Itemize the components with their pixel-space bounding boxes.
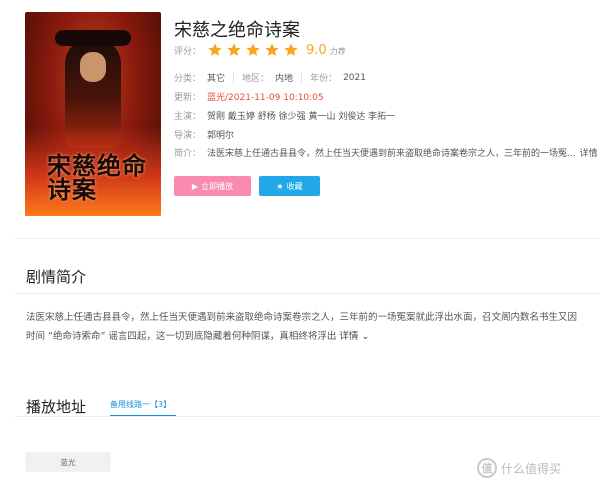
watermark-text: 什么值得买: [501, 461, 562, 476]
cast-value[interactable]: 贺刚 戴玉婷 舒杨 徐少强 黄一山 刘俊达 李拓一: [207, 109, 395, 122]
update-value: 蓝光/2021-11-09 10:10:05: [207, 93, 324, 103]
meta-row: 分类： 其它 地区： 内地 年份： 2021: [174, 71, 366, 84]
intro-value: 法医宋慈上任通古县县令，然上任当天便遇到前来盗取绝命诗案卷宗之人，三年前的一场冤…: [207, 149, 576, 159]
watermark-logo-icon: 值: [477, 458, 497, 478]
favorite-button[interactable]: ★ 收藏: [259, 176, 320, 196]
rating-stars: [207, 42, 302, 58]
tab-backup-line-1[interactable]: 备用线路一【3】: [110, 399, 171, 410]
rating-star-icon: [227, 43, 241, 56]
section-divider: [15, 416, 600, 417]
intro-more-link[interactable]: 详情 ›: [580, 146, 600, 159]
play-now-button[interactable]: ▶ 立即播放: [174, 176, 251, 196]
plot-line-2: 时间 “绝命诗索命” 谣言四起，这一切到底隐藏着何种阴谋，真相终将浮出: [26, 331, 337, 342]
plot-more-link[interactable]: 详情 ⌄: [339, 331, 369, 342]
movie-info-card: 宋慈绝命诗案 宋慈之绝命诗案 评分： 9.0 力荐 分类： 其它 地区： 内地 …: [0, 0, 600, 238]
rating-suffix: 力荐: [329, 47, 346, 56]
rating-label: 评分：: [174, 46, 202, 57]
movie-title: 宋慈之绝命诗案: [174, 20, 300, 41]
plot-heading: 剧情简介: [26, 268, 87, 286]
section-divider: [15, 293, 600, 294]
director-value[interactable]: 郭明尔: [207, 128, 234, 141]
intro-row: 简介： 法医宋慈上任通古县县令，然上任当天便遇到前来盗取绝命诗案卷宗之人，三年前…: [174, 146, 600, 159]
director-row: 导演： 郭明尔: [174, 128, 234, 141]
cast-label: 主演：: [174, 112, 202, 122]
poster-hat: [55, 30, 131, 46]
play-icon: ▶: [191, 181, 199, 191]
section-divider: [15, 238, 600, 239]
rating-star-icon: [265, 43, 279, 56]
rating-score: 9.0: [306, 42, 327, 58]
watermark: 值 什么值得买: [477, 458, 561, 478]
playback-heading: 播放地址: [26, 398, 87, 416]
year-value[interactable]: 2021: [343, 73, 366, 83]
cast-row: 主演： 贺刚 戴玉婷 舒杨 徐少强 黄一山 刘俊达 李拓一: [174, 109, 395, 122]
category-label: 分类：: [174, 74, 202, 84]
plot-line-2-row: 时间 “绝命诗索命” 谣言四起，这一切到底隐藏着何种阴谋，真相终将浮出 详情 ⌄: [26, 328, 369, 342]
region-label: 地区：: [242, 74, 270, 84]
rating-star-icon: [284, 43, 298, 56]
plot-line-1: 法医宋慈上任通古县县令，然上任当天便遇到前来盗取绝命诗案卷宗之人，三年前的一场冤…: [26, 312, 578, 323]
rating-star-icon: [246, 43, 260, 56]
poster-face: [80, 52, 106, 82]
intro-label: 简介：: [174, 149, 202, 159]
rating-star-icon: [208, 43, 222, 56]
region-value[interactable]: 内地: [275, 71, 293, 84]
star-icon: ★: [276, 181, 284, 191]
divider: [301, 72, 303, 83]
director-label: 导演：: [174, 131, 202, 141]
play-now-label: 立即播放: [201, 181, 234, 191]
update-row: 更新： 蓝光/2021-11-09 10:10:05: [174, 90, 324, 103]
category-value[interactable]: 其它: [207, 71, 225, 84]
movie-poster[interactable]: 宋慈绝命诗案: [25, 12, 161, 216]
update-label: 更新：: [174, 93, 202, 103]
divider: [233, 72, 235, 83]
episode-button[interactable]: 蓝光: [25, 452, 111, 472]
favorite-label: 收藏: [286, 181, 303, 191]
year-label: 年份：: [310, 74, 338, 84]
poster-calligraphy: 宋慈绝命诗案: [47, 151, 147, 204]
rating-row: 评分： 9.0 力荐: [174, 42, 346, 58]
